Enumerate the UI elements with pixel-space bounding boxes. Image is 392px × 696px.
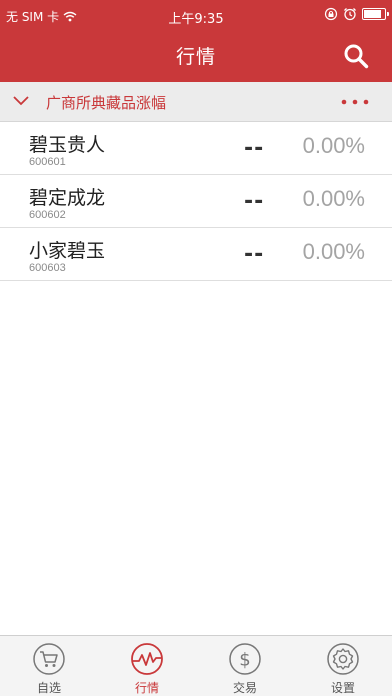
- stock-name: 小家碧玉: [29, 240, 106, 262]
- stock-row[interactable]: 小家碧玉 600603 -- 0.00%: [0, 228, 392, 281]
- orientation-lock-icon: [324, 7, 338, 21]
- battery-icon: [362, 8, 389, 20]
- search-icon[interactable]: [342, 42, 370, 70]
- alarm-icon: [344, 8, 356, 21]
- stock-change: 0.00%: [302, 133, 365, 158]
- tab-market[interactable]: 行情: [98, 636, 196, 696]
- svg-text:$: $: [239, 650, 250, 671]
- stock-code: 600603: [29, 262, 66, 274]
- tab-label: 交易: [232, 681, 257, 695]
- tab-trade[interactable]: $ 交易: [196, 636, 294, 696]
- market-chart-icon: [131, 643, 163, 675]
- stock-price: --: [244, 189, 265, 214]
- stock-code: 600602: [29, 209, 66, 221]
- section-title: 广商所典藏品涨幅: [46, 94, 167, 112]
- stock-change: 0.00%: [302, 239, 365, 264]
- status-right: [324, 7, 389, 21]
- tab-label: 行情: [134, 681, 159, 695]
- tab-settings[interactable]: 设置: [294, 636, 392, 696]
- cart-icon: [33, 643, 65, 675]
- stock-code: 600601: [29, 156, 66, 168]
- tab-watchlist[interactable]: 自选: [0, 636, 98, 696]
- page-title: 行情: [175, 46, 216, 68]
- tab-label: 自选: [36, 681, 61, 695]
- more-dots-icon[interactable]: [340, 96, 370, 108]
- stock-list: 碧玉贵人 600601 -- 0.00% 碧定成龙 600602 -- 0.00…: [0, 122, 392, 281]
- stock-name: 碧定成龙: [29, 187, 106, 209]
- stock-row[interactable]: 碧定成龙 600602 -- 0.00%: [0, 175, 392, 228]
- status-bar: 无 SIM 卡 上午9:35: [0, 0, 392, 30]
- section-header[interactable]: 广商所典藏品涨幅: [0, 82, 392, 122]
- stock-name: 碧玉贵人: [29, 134, 106, 156]
- battery-level-fill: [364, 10, 382, 18]
- app-header: 无 SIM 卡 上午9:35 行情: [0, 0, 392, 82]
- tab-label: 设置: [330, 681, 355, 695]
- tab-bar: 自选 行情 $ 交易 设置: [0, 635, 392, 696]
- settings-gear-icon: [327, 643, 359, 675]
- chevron-down-icon[interactable]: [12, 94, 30, 108]
- stock-price: --: [244, 242, 265, 267]
- dollar-icon: $: [229, 643, 261, 675]
- stock-price: --: [244, 136, 265, 161]
- stock-change: 0.00%: [302, 186, 365, 211]
- stock-row[interactable]: 碧玉贵人 600601 -- 0.00%: [0, 122, 392, 175]
- nav-bar: 行情: [0, 30, 392, 82]
